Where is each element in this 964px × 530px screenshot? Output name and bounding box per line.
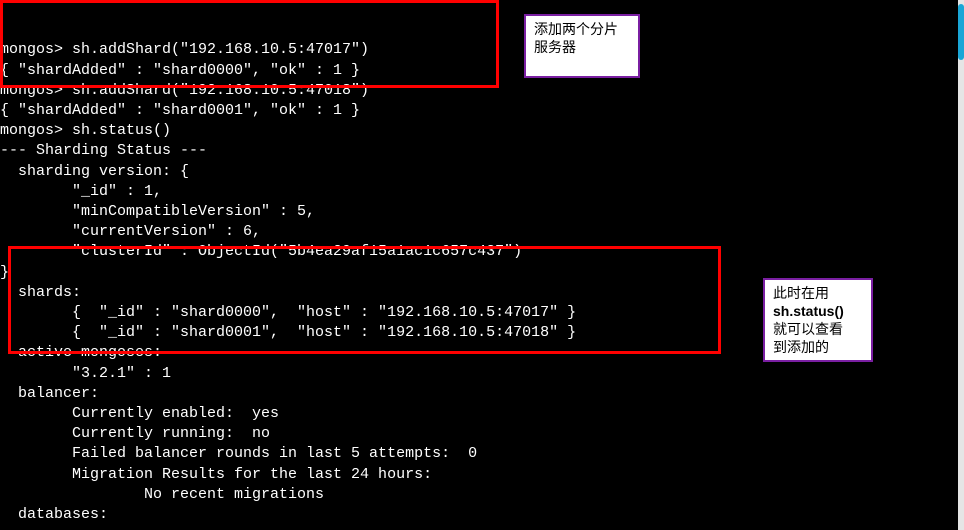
highlight-box-shards	[8, 246, 721, 354]
highlight-box-addshard	[0, 0, 499, 88]
annotation-addshard: 添加两个分片服务器	[524, 14, 640, 78]
scrollbar-thumb[interactable]	[958, 4, 964, 60]
annotation-status: 此时在用sh.status()就可以查看到添加的	[763, 278, 873, 362]
